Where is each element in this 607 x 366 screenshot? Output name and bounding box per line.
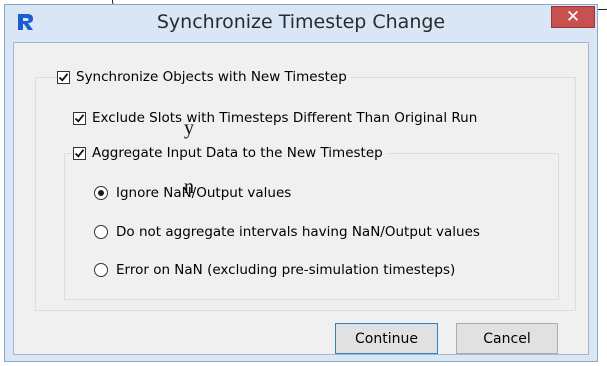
- radio-selected-icon: [94, 186, 108, 200]
- radio-error-on-nan-label: Error on NaN (excluding pre-simulation t…: [116, 262, 456, 278]
- checkbox-checked-icon: [73, 146, 86, 160]
- dialog-content: Synchronize Objects with New Timestep Ex…: [13, 42, 589, 355]
- radio-unselected-icon: [94, 225, 108, 239]
- sync-objects-checkbox[interactable]: Synchronize Objects with New Timestep: [57, 69, 351, 85]
- sync-objects-label: Synchronize Objects with New Timestep: [76, 69, 347, 85]
- exclude-slots-label: Exclude Slots with Timesteps Different T…: [92, 110, 478, 126]
- synchronize-timestep-dialog: Synchronize Timestep Change ✕ Synchroniz…: [4, 4, 598, 362]
- checkbox-checked-icon: [57, 70, 70, 84]
- aggregate-input-checkbox[interactable]: Aggregate Input Data to the New Timestep: [73, 145, 387, 161]
- cancel-button[interactable]: Cancel: [456, 323, 558, 354]
- radio-error-on-nan[interactable]: Error on NaN (excluding pre-simulation t…: [94, 262, 460, 278]
- title-bar[interactable]: Synchronize Timestep Change ✕: [5, 5, 597, 40]
- radio-ignore-nan-label: Ignore NaN/Output values: [116, 185, 292, 201]
- radio-unselected-icon: [94, 263, 108, 277]
- radio-do-not-aggregate[interactable]: Do not aggregate intervals having NaN/Ou…: [94, 224, 484, 240]
- continue-button[interactable]: Continue: [335, 323, 438, 354]
- background-text-fragment: y: [184, 117, 194, 139]
- background-text-fragment: n: [184, 176, 194, 198]
- close-button[interactable]: ✕: [551, 6, 595, 28]
- exclude-slots-checkbox[interactable]: Exclude Slots with Timesteps Different T…: [73, 110, 482, 126]
- aggregate-input-label: Aggregate Input Data to the New Timestep: [92, 145, 383, 161]
- radio-ignore-nan[interactable]: Ignore NaN/Output values: [94, 185, 296, 201]
- radio-do-not-aggregate-label: Do not aggregate intervals having NaN/Ou…: [116, 224, 480, 240]
- checkbox-checked-icon: [73, 111, 86, 125]
- dialog-title: Synchronize Timestep Change: [156, 11, 446, 33]
